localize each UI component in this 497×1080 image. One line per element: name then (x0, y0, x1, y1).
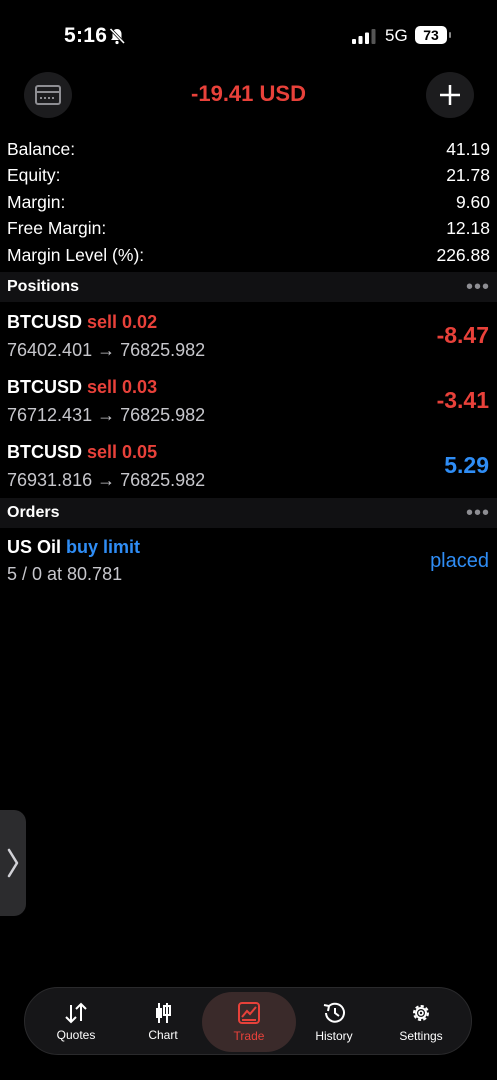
quotes-arrows-icon (65, 1002, 87, 1024)
position-symbol: BTCUSD (7, 442, 82, 462)
summary-label: Free Margin: (7, 218, 107, 239)
position-profit: 5.29 (444, 452, 489, 478)
profit-total: -19.41 USD (191, 81, 306, 106)
summary-value: 9.60 (455, 191, 490, 212)
order-symbol: US Oil (7, 537, 62, 557)
position-prices: 76931.816 → 76825.982 (7, 470, 206, 490)
position-profit: -3.41 (436, 387, 489, 413)
position-row[interactable]: BTCUSD sell 0.03 76712.431 → 76825.982 -… (0, 369, 497, 434)
trade-chart-icon (238, 1002, 260, 1024)
free-margin-row: Free Margin: 12.18 (0, 216, 497, 243)
network-type: 5G (385, 26, 408, 45)
position-direction: sell 0.03 (87, 377, 158, 397)
position-row[interactable]: BTCUSD sell 0.02 76402.401 → 76825.982 -… (0, 304, 497, 369)
tab-settings[interactable]: Settings (378, 988, 464, 1056)
position-direction: sell 0.05 (87, 442, 158, 462)
equity-row: Equity: 21.78 (0, 163, 497, 190)
tab-label: History (315, 1029, 353, 1043)
position-symbol: BTCUSD (7, 377, 82, 397)
candlestick-icon (156, 1003, 171, 1023)
orders-header: Orders ••• (0, 498, 497, 528)
bell-muted-icon (109, 27, 126, 45)
new-order-button[interactable] (426, 72, 474, 118)
position-row[interactable]: BTCUSD sell 0.05 76931.816 → 76825.982 5… (0, 434, 497, 499)
summary-value: 12.18 (446, 218, 490, 239)
account-summary: Balance: 41.19 Equity: 21.78 Margin: 9.6… (0, 136, 497, 269)
order-direction: buy limit (66, 537, 141, 557)
tab-label: Chart (148, 1028, 178, 1042)
plus-icon (440, 85, 460, 105)
position-title: BTCUSD sell 0.05 (7, 442, 157, 463)
more-icon[interactable]: ••• (466, 503, 490, 523)
summary-value: 41.19 (446, 138, 490, 159)
summary-label: Equity: (7, 165, 61, 186)
battery-tip (449, 32, 451, 38)
position-prices: 76402.401 → 76825.982 (7, 340, 206, 360)
tab-history[interactable]: History (291, 988, 377, 1056)
summary-value: 21.78 (446, 165, 490, 186)
summary-label: Margin Level (%): (7, 244, 145, 265)
signal-icon (352, 29, 376, 44)
margin-row: Margin: 9.60 (0, 189, 497, 216)
balance-row: Balance: 41.19 (0, 136, 497, 163)
chevron-right-icon (7, 848, 19, 878)
summary-label: Margin: (7, 191, 66, 212)
side-panel-handle[interactable] (0, 810, 26, 916)
position-prices: 76712.431 → 76825.982 (7, 405, 206, 425)
gear-icon (413, 1005, 429, 1021)
tab-trade[interactable]: Trade (202, 992, 296, 1052)
summary-label: Balance: (7, 138, 76, 159)
order-row[interactable]: US Oil buy limit 5 / 0 at 80.781 placed (0, 530, 497, 595)
position-direction: sell 0.02 (87, 312, 158, 332)
positions-header: Positions ••• (0, 272, 497, 302)
order-details: 5 / 0 at 80.781 (7, 564, 123, 584)
history-clock-icon (323, 1002, 345, 1023)
order-title: US Oil buy limit (7, 537, 140, 558)
header: -19.41 USD (0, 72, 497, 118)
positions-title: Positions (7, 278, 80, 295)
position-symbol: BTCUSD (7, 312, 82, 332)
more-icon[interactable]: ••• (466, 277, 490, 297)
position-profit: -8.47 (436, 322, 489, 348)
battery-icon: 73 (415, 26, 447, 44)
status-time: 5:16 (64, 24, 108, 47)
position-title: BTCUSD sell 0.03 (7, 377, 157, 398)
tab-chart[interactable]: Chart (120, 988, 206, 1056)
position-title: BTCUSD sell 0.02 (7, 312, 157, 333)
tab-label: Trade (233, 1029, 265, 1043)
tab-label: Settings (399, 1029, 443, 1043)
status-bar: 5:16 5G 73 (0, 0, 497, 72)
order-state: placed (430, 550, 489, 572)
tab-quotes[interactable]: Quotes (33, 988, 119, 1056)
tab-bar: Quotes Chart Trade History Settings (24, 987, 472, 1055)
tab-label: Quotes (56, 1028, 96, 1042)
orders-title: Orders (7, 504, 60, 521)
margin-level-row: Margin Level (%): 226.88 (0, 242, 497, 269)
summary-value: 226.88 (436, 244, 490, 265)
